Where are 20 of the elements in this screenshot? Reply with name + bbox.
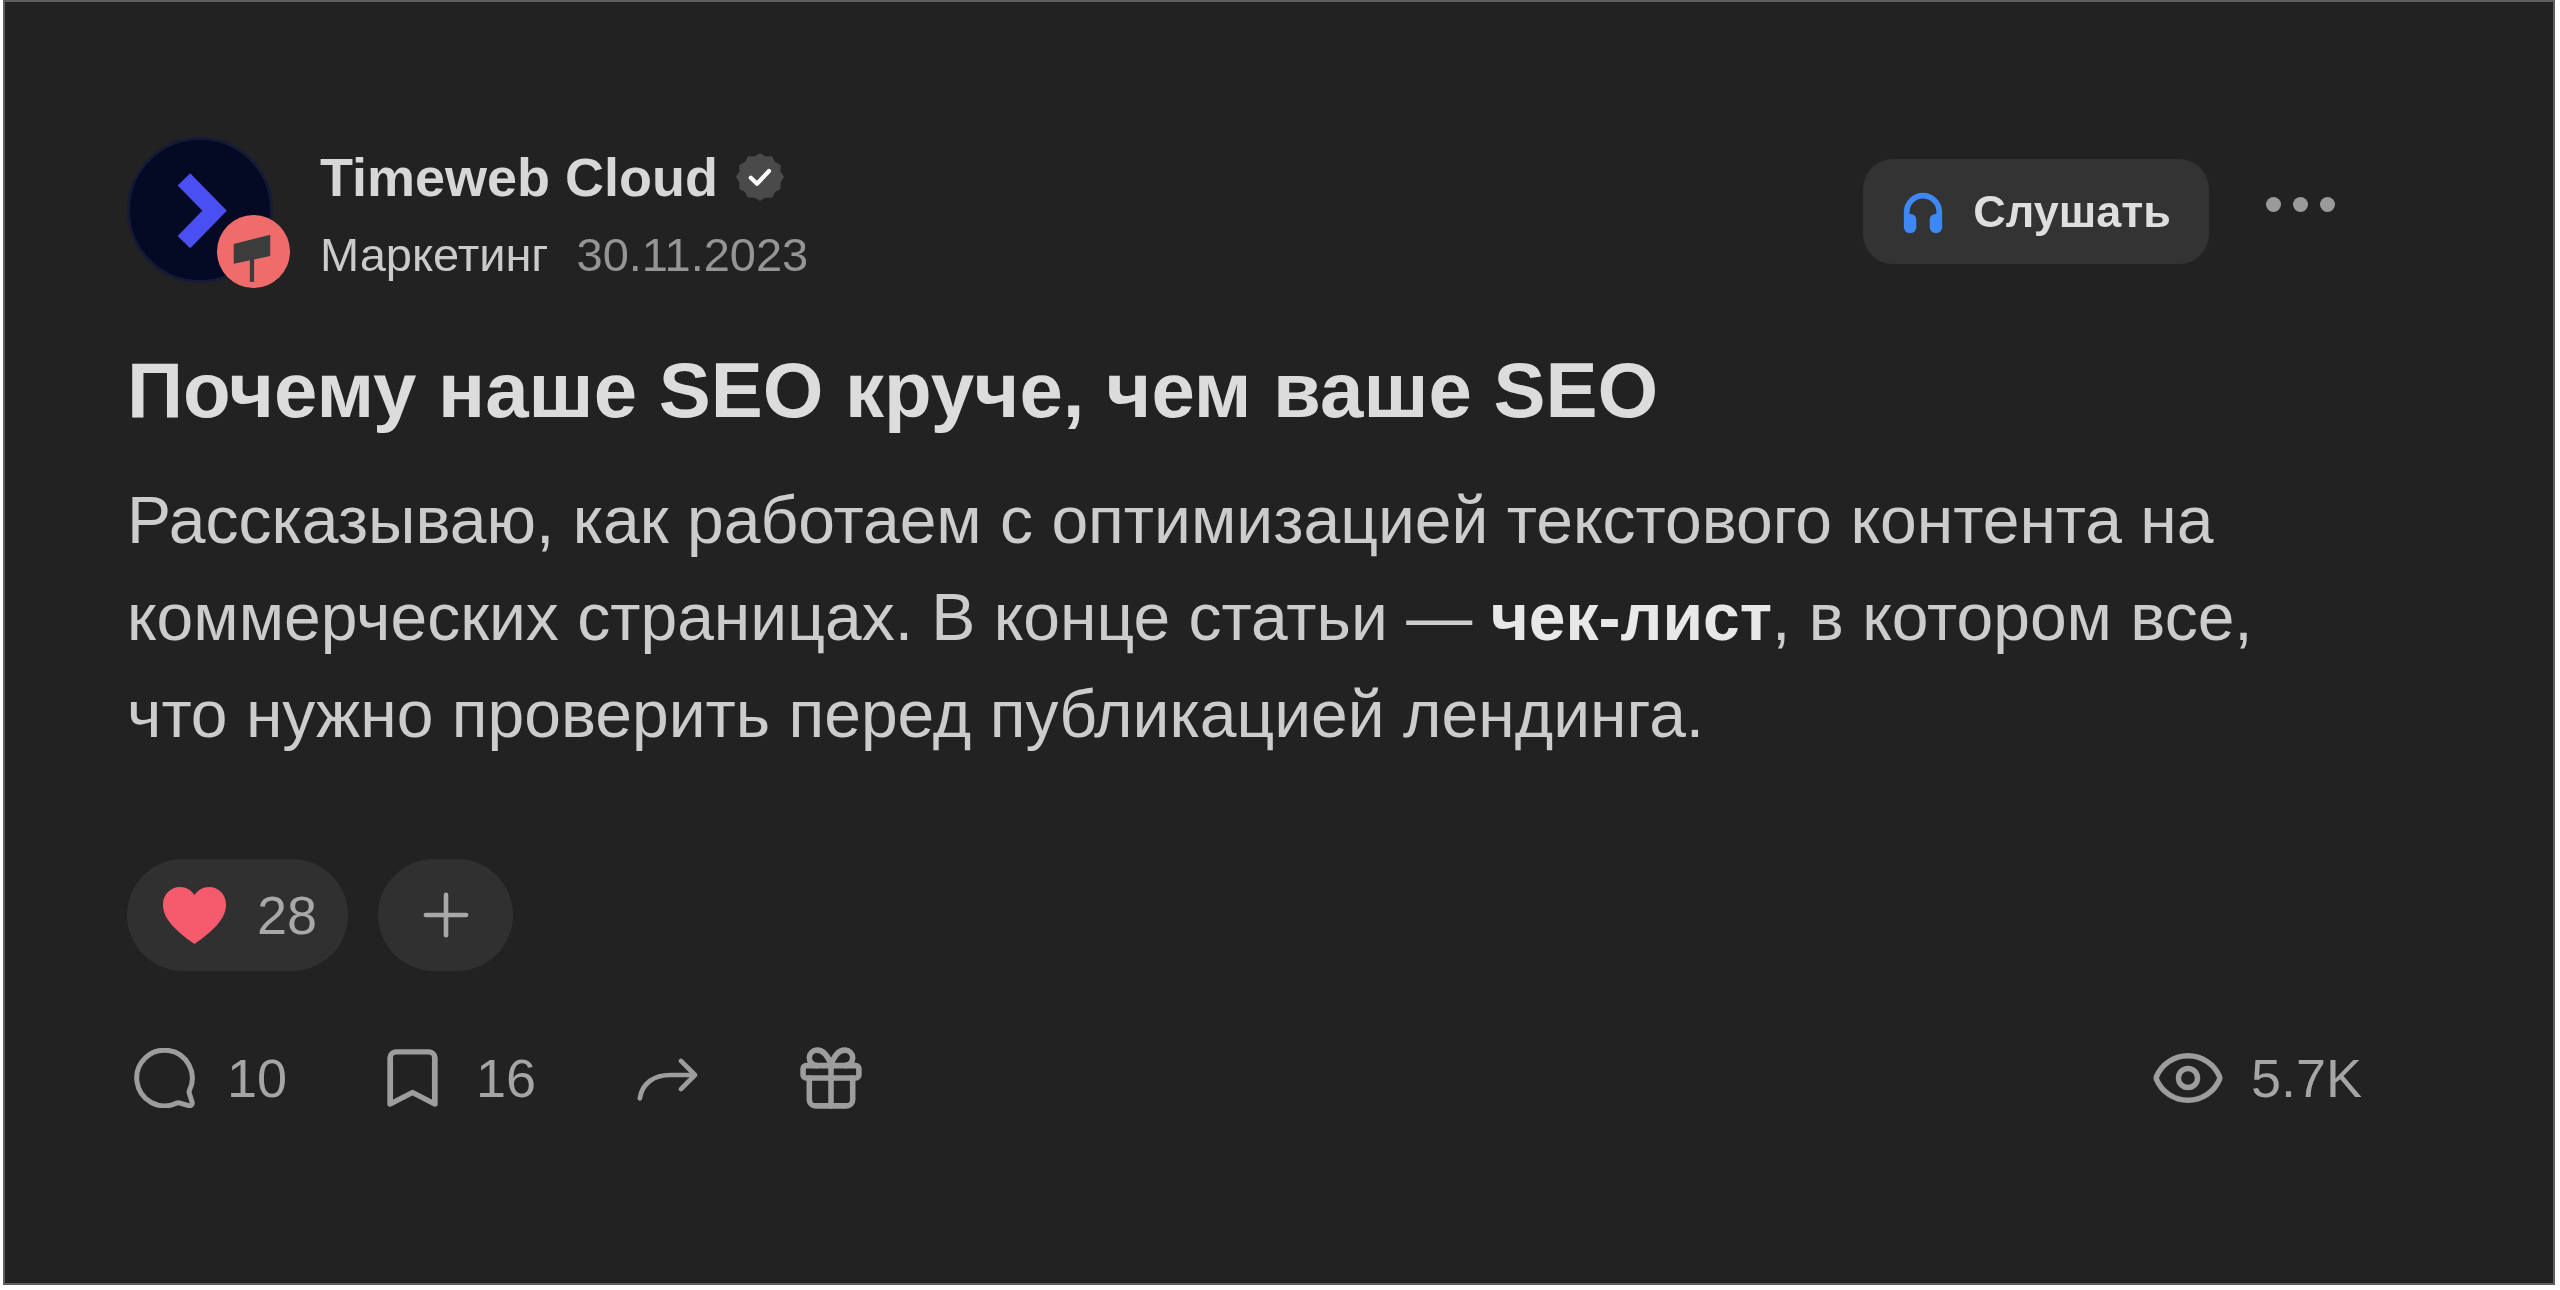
- post-title[interactable]: Почему наше SEO круче, чем ваше SEO: [127, 344, 1659, 436]
- post-lead-text: Рассказываю, как работаем с оптимизацией текстового контента на коммерческих страницах. В конце статьи — чек-лист, в котором все, что нужно проверить перед публикацией лендинга.: [127, 482, 2254, 753]
- bookmark-icon: [387, 1049, 439, 1107]
- gift-button[interactable]: [800, 1047, 863, 1109]
- more-icon: [2266, 197, 2335, 212]
- views-counter: 5.7K: [2152, 1046, 2362, 1110]
- comment-icon: [134, 1048, 195, 1108]
- listen-button[interactable]: Слушать: [1863, 159, 2209, 264]
- comments-button[interactable]: 10: [134, 1046, 288, 1110]
- billboard-badge-icon: [217, 215, 290, 288]
- author-name[interactable]: Timeweb Cloud: [320, 145, 719, 209]
- plus-icon: [422, 892, 469, 938]
- eye-icon: [2152, 1051, 2223, 1105]
- gift-icon: [800, 1047, 863, 1109]
- bookmark-button[interactable]: 16: [387, 1046, 537, 1110]
- more-button[interactable]: [2266, 197, 2335, 212]
- heart-icon: [162, 886, 227, 944]
- hub-link[interactable]: Маркетинг: [320, 227, 549, 283]
- post-date: 30.11.2023: [576, 227, 809, 283]
- heart-reaction-button[interactable]: 28: [127, 859, 349, 971]
